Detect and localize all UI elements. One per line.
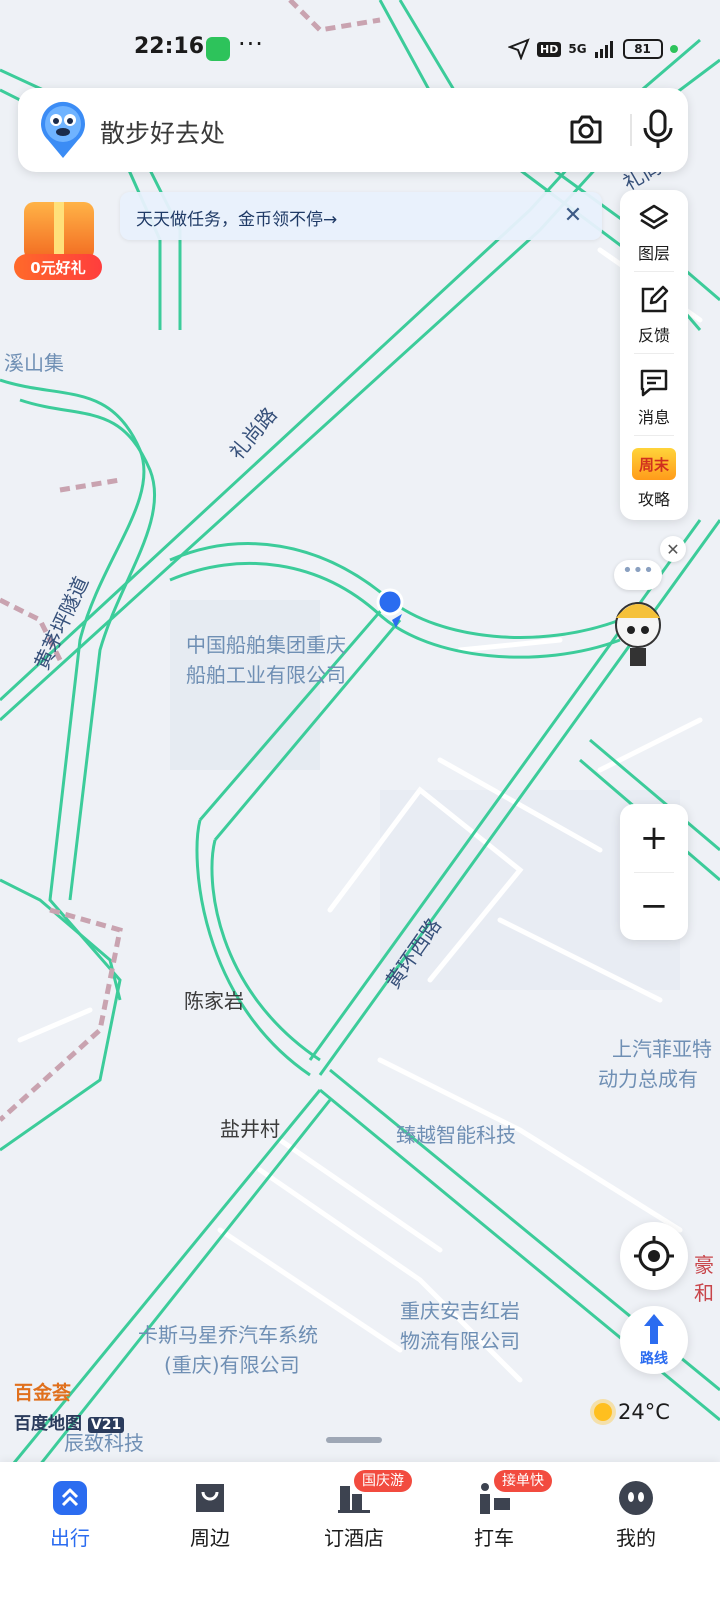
map-label[interactable]: 动力总成有 — [598, 1064, 698, 1094]
tool-label: 图层 — [637, 244, 670, 263]
bottom-nav: 出行 周边 国庆游 订酒店 接单快 打车 我的 — [0, 1462, 720, 1600]
brand-promo[interactable]: 百金荟 — [14, 1378, 124, 1405]
nav-item-profile[interactable]: 我的 — [566, 1462, 706, 1562]
route-label: 路线 — [640, 1351, 668, 1367]
nav-label: 我的 — [616, 1526, 656, 1550]
active-dot-icon — [669, 45, 678, 53]
route-arrow-icon — [644, 1314, 664, 1344]
taxi-badge: 接单快 — [494, 1470, 552, 1492]
map-label[interactable]: (重庆)有限公司 — [164, 1350, 300, 1380]
nav-item-taxi[interactable]: 接单快 打车 — [424, 1462, 564, 1562]
tool-label: 消息 — [637, 408, 670, 427]
free-gift-button[interactable]: 0元好礼 — [14, 202, 102, 280]
nav-item-travel[interactable]: 出行 — [0, 1462, 140, 1562]
gift-ribbon — [54, 202, 64, 260]
map-label[interactable]: 臻越智能科技 — [396, 1120, 516, 1150]
locate-me-button[interactable] — [620, 1222, 688, 1290]
search-input[interactable]: 散步好去处 — [100, 114, 225, 150]
brand-version: V21 — [87, 1417, 125, 1433]
map-label[interactable]: 盐井村 — [220, 1114, 280, 1144]
map-canvas[interactable] — [0, 0, 720, 1600]
microphone-icon[interactable] — [638, 108, 678, 152]
tool-feedback[interactable]: 反馈 — [620, 272, 688, 354]
route-button[interactable]: 路线 — [620, 1306, 688, 1374]
battery-icon: 81 — [622, 39, 663, 59]
clock: 22:16 — [134, 34, 205, 59]
zoom-in-button[interactable]: + — [620, 804, 688, 872]
brand-name: 百度地图 — [14, 1414, 82, 1434]
nav-label: 周边 — [190, 1526, 230, 1550]
hotel-badge: 国庆游 — [354, 1470, 412, 1492]
travel-icon — [53, 1481, 87, 1515]
task-banner[interactable]: 天天做任务，金币领不停→ ✕ — [120, 192, 602, 240]
baidu-mascot-icon — [41, 101, 85, 158]
zoom-out-button[interactable]: − — [620, 872, 688, 940]
nav-label: 出行 — [50, 1526, 90, 1550]
search-bar[interactable]: 散步好去处 — [18, 88, 688, 172]
nav-item-nearby[interactable]: 周边 — [140, 1462, 280, 1562]
search-divider — [630, 114, 632, 146]
map-label[interactable]: 上汽菲亚特 — [612, 1034, 712, 1064]
gift-label: 0元好礼 — [14, 254, 102, 280]
layers-icon — [639, 204, 669, 230]
signal-icon — [594, 41, 613, 58]
nearby-bag-icon — [196, 1484, 224, 1512]
weather-widget[interactable]: 24°C — [594, 1400, 670, 1424]
network-type: 5G — [568, 42, 587, 56]
edit-feedback-icon — [641, 285, 669, 313]
map-label[interactable]: 豪 — [694, 1250, 714, 1280]
map-label[interactable]: 船舶工业有限公司 — [186, 660, 346, 690]
baidu-map-logo: 百度地图 V21 — [14, 1409, 125, 1434]
weekend-badge-icon: 周末 — [632, 448, 676, 480]
close-icon[interactable]: ✕ — [558, 200, 588, 230]
map-label[interactable]: 陈家岩 — [184, 986, 244, 1016]
map-label[interactable]: 中国船舶集团重庆 — [186, 630, 346, 660]
temperature: 24°C — [618, 1400, 670, 1424]
task-banner-text[interactable]: 天天做任务，金币领不停→ — [136, 205, 337, 230]
message-icon — [640, 369, 668, 397]
tool-label: 反馈 — [637, 326, 670, 345]
status-bar: 22:16 ··· HD 5G 81 — [0, 0, 720, 84]
map-label[interactable]: 卡斯马星乔汽车系统 — [138, 1320, 318, 1350]
hd-voice-icon: HD — [537, 41, 562, 57]
location-arrow-icon — [508, 38, 530, 60]
tool-guide[interactable]: 周末 攻略 — [620, 436, 688, 518]
nav-item-hotel[interactable]: 国庆游 订酒店 — [284, 1462, 424, 1562]
nav-label: 订酒店 — [324, 1526, 384, 1550]
map-label[interactable]: 和 — [694, 1278, 714, 1308]
tool-layers[interactable]: 图层 — [620, 190, 688, 272]
profile-icon — [619, 1481, 653, 1515]
map-label[interactable]: 重庆安吉红岩 — [400, 1296, 520, 1326]
nav-label: 打车 — [474, 1526, 514, 1550]
current-location-dot — [376, 588, 404, 616]
crosshair-icon — [634, 1236, 674, 1276]
drag-handle[interactable] — [326, 1437, 382, 1443]
map-label[interactable]: 溪山集 — [4, 348, 64, 378]
tool-label: 攻略 — [637, 490, 670, 509]
zoom-control: + − — [620, 804, 688, 940]
mascot-bubble[interactable]: ••• — [614, 560, 662, 590]
map-label[interactable]: 物流有限公司 — [400, 1326, 520, 1356]
close-mascot-button[interactable]: ✕ — [660, 536, 686, 562]
sun-icon — [594, 1403, 612, 1421]
more-notifications-icon: ··· — [238, 30, 264, 58]
map-brand: 百金荟 百度地图 V21 — [14, 1378, 125, 1434]
tool-messages[interactable]: 消息 — [620, 354, 688, 436]
camera-icon[interactable] — [566, 110, 606, 150]
wechat-notification-icon — [206, 37, 230, 61]
map-tools-panel: 图层 反馈 消息 周末 攻略 — [620, 190, 688, 520]
